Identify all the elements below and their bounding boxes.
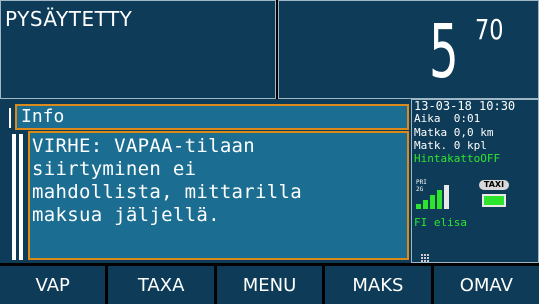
datetime: 13-03-18 10:30 bbox=[414, 99, 516, 113]
vap-button[interactable]: VAP bbox=[0, 266, 109, 304]
omav-button[interactable]: OMAV bbox=[433, 266, 539, 304]
message-line: siirtyminen ei bbox=[32, 158, 197, 180]
price-panel: 5 70 bbox=[278, 0, 539, 99]
dialog-marker bbox=[9, 108, 11, 128]
maks-button[interactable]: MAKS bbox=[325, 266, 434, 304]
scroll-track-right bbox=[19, 134, 23, 260]
status-text: PYSÄYTETTY bbox=[5, 7, 133, 31]
message-line: maksua jäljellä. bbox=[32, 204, 220, 226]
function-key-bar: VAP TAXA MENU MAKS OMAV bbox=[0, 266, 539, 304]
signal-strength-icon bbox=[416, 185, 449, 209]
taxi-sign-icon: TAXI bbox=[479, 180, 509, 190]
status-side-panel: 13-03-18 10:30 Aika 0:01 Matka 0,0 km Ma… bbox=[411, 99, 539, 263]
hintakatto-label: HintakattoOFF bbox=[414, 152, 501, 165]
keypad-icon bbox=[421, 254, 429, 262]
info-dialog-message[interactable]: VIRHE: VAPAA-tilaan siirtyminen ei mahdo… bbox=[28, 131, 409, 260]
matka-label: Matka 0,0 km bbox=[414, 126, 494, 139]
taxi-label: TAXI bbox=[483, 180, 505, 189]
price-main: 5 bbox=[429, 9, 459, 95]
message-line: mahdollista, mittarilla bbox=[32, 181, 302, 203]
price-cents: 70 bbox=[475, 13, 504, 46]
network-label: FI elisa bbox=[414, 216, 467, 229]
dialog-message: VIRHE: VAPAA-tilaan siirtyminen ei mahdo… bbox=[32, 135, 407, 227]
aika-label: Aika 0:01 bbox=[414, 112, 481, 125]
dialog-title: Info bbox=[21, 106, 65, 127]
matk-label: Matk. 0 kpl bbox=[414, 139, 487, 152]
scroll-track-left bbox=[12, 134, 16, 260]
taxa-button[interactable]: TAXA bbox=[108, 266, 217, 304]
taxi-status-icon bbox=[482, 194, 506, 207]
info-dialog-title: Info bbox=[15, 104, 409, 130]
menu-button[interactable]: MENU bbox=[216, 266, 326, 304]
message-line: VIRHE: VAPAA-tilaan bbox=[32, 135, 256, 157]
status-panel: PYSÄYTETTY bbox=[0, 0, 276, 99]
